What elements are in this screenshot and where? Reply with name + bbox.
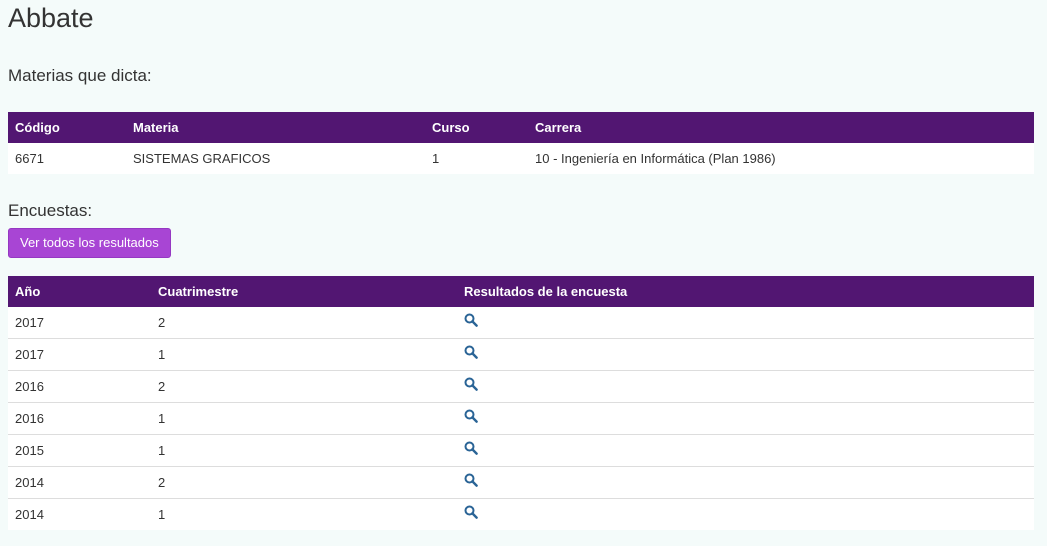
cell-curso: 1 bbox=[432, 151, 440, 166]
cell-anio: 2014 bbox=[8, 466, 151, 499]
materias-table: Código Materia Curso Carrera 6671 SISTEM… bbox=[8, 112, 1034, 174]
cell-cuatrimestre: 1 bbox=[151, 498, 457, 530]
view-all-results-button[interactable]: Ver todos los resultados bbox=[8, 228, 171, 258]
cell-codigo: 6671 bbox=[15, 151, 44, 166]
cell-resultados bbox=[457, 402, 1034, 435]
cell-resultados bbox=[457, 498, 1034, 530]
search-icon[interactable] bbox=[464, 377, 478, 392]
cell-anio: 2017 bbox=[8, 338, 151, 371]
encuestas-body: 2017 2 2017 1 2016 2 2016 1 2015 1 2014 2 2014 1 bbox=[8, 307, 1034, 530]
cell-cuatrimestre: 2 bbox=[151, 370, 457, 403]
cell-cuatrimestre: 1 bbox=[151, 338, 457, 371]
cell-resultados bbox=[457, 338, 1034, 371]
encuestas-header-row: Año Cuatrimestre Resultados de la encues… bbox=[8, 276, 1034, 307]
cell-resultados bbox=[457, 434, 1034, 467]
search-icon[interactable] bbox=[464, 409, 478, 424]
cell-anio: 2014 bbox=[8, 498, 151, 530]
column-header-resultados: Resultados de la encuesta bbox=[457, 276, 1034, 307]
column-header-carrera: Carrera bbox=[528, 112, 1034, 143]
table-row: 2016 1 bbox=[8, 402, 1034, 435]
cell-cuatrimestre: 2 bbox=[151, 466, 457, 499]
search-icon[interactable] bbox=[464, 313, 478, 328]
column-header-materia: Materia bbox=[126, 112, 425, 143]
search-icon[interactable] bbox=[464, 441, 478, 456]
table-row: 2017 2 bbox=[8, 307, 1034, 339]
search-icon[interactable] bbox=[464, 345, 478, 360]
column-header-cuatrimestre: Cuatrimestre bbox=[151, 276, 457, 307]
table-row: 2016 2 bbox=[8, 370, 1034, 403]
cell-carrera: 10 - Ingeniería en Informática (Plan 198… bbox=[535, 151, 776, 166]
column-header-anio: Año bbox=[8, 276, 151, 307]
column-header-codigo: Código bbox=[8, 112, 126, 143]
cell-cuatrimestre: 1 bbox=[151, 434, 457, 467]
materias-heading: Materias que dicta: bbox=[8, 66, 152, 85]
encuestas-table: Año Cuatrimestre Resultados de la encues… bbox=[8, 276, 1034, 530]
page-title: Abbate bbox=[8, 3, 94, 33]
cell-anio: 2016 bbox=[8, 370, 151, 403]
table-row: 2015 1 bbox=[8, 434, 1034, 467]
cell-anio: 2015 bbox=[8, 434, 151, 467]
cell-anio: 2017 bbox=[15, 315, 44, 330]
encuestas-heading: Encuestas: bbox=[8, 201, 93, 220]
cell-resultados bbox=[457, 466, 1034, 499]
cell-resultados bbox=[457, 307, 1034, 339]
table-row: 6671 SISTEMAS GRAFICOS 1 10 - Ingeniería… bbox=[8, 143, 1034, 174]
search-icon[interactable] bbox=[464, 473, 478, 488]
table-row: 2017 1 bbox=[8, 338, 1034, 371]
materias-header-row: Código Materia Curso Carrera bbox=[8, 112, 1034, 143]
search-icon[interactable] bbox=[464, 505, 478, 520]
cell-materia: SISTEMAS GRAFICOS bbox=[133, 151, 271, 166]
cell-anio: 2016 bbox=[8, 402, 151, 435]
cell-cuatrimestre: 1 bbox=[151, 402, 457, 435]
table-row: 2014 2 bbox=[8, 466, 1034, 499]
column-header-curso: Curso bbox=[425, 112, 528, 143]
table-row: 2014 1 bbox=[8, 498, 1034, 530]
cell-cuatrimestre: 2 bbox=[158, 315, 166, 330]
cell-resultados bbox=[457, 370, 1034, 403]
